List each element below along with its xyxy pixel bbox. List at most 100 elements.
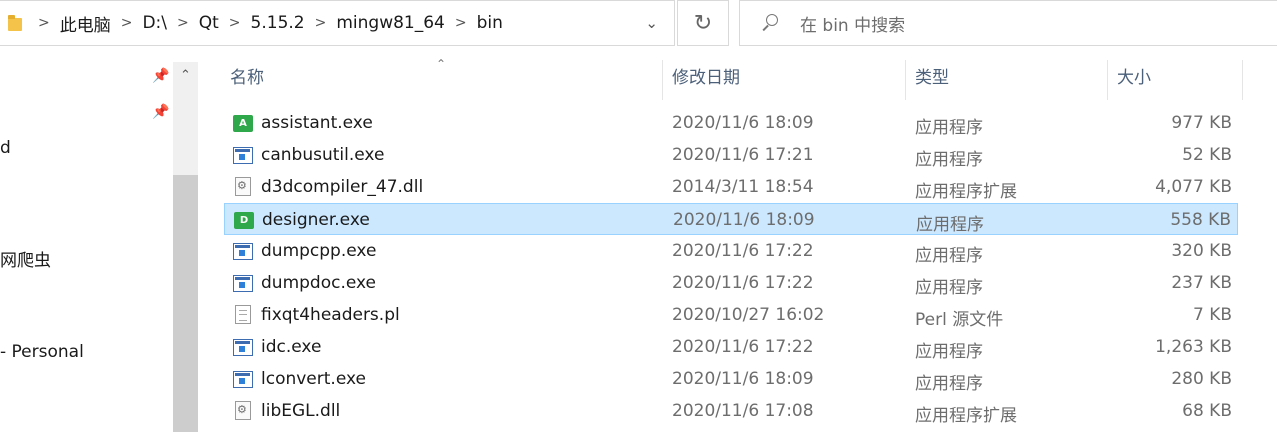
file-type: 应用程序	[915, 374, 983, 394]
file-date: 2020/11/6 18:09	[673, 210, 815, 230]
column-divider[interactable]	[905, 60, 906, 100]
file-type: 应用程序	[915, 150, 983, 170]
file-row[interactable]: dumpdoc.exe 2020/11/6 17:22 应用程序 237 KB	[224, 267, 1238, 299]
search-box[interactable]: 在 bin 中搜索	[739, 0, 1277, 46]
chevron-right-icon[interactable]: >	[121, 15, 133, 31]
file-date: 2020/11/6 18:09	[672, 369, 814, 389]
chevron-down-icon[interactable]: ⌄	[645, 14, 658, 32]
breadcrumb-this-pc[interactable]: 此电脑	[60, 11, 111, 36]
navigation-pane: 📌 📌 d 网爬虫 - Personal	[0, 56, 200, 432]
file-size: 237 KB	[1171, 273, 1232, 293]
app-letter: A	[239, 118, 247, 129]
file-name: designer.exe	[262, 210, 370, 230]
file-row[interactable]: d3dcompiler_47.dll 2014/3/11 18:54 应用程序扩展 4…	[224, 171, 1238, 203]
file-size: 68 KB	[1182, 401, 1232, 421]
search-placeholder[interactable]: 在 bin 中搜索	[800, 11, 905, 36]
column-header-date[interactable]: 修改日期	[672, 56, 740, 100]
folder-icon	[8, 15, 22, 31]
dll-icon	[235, 401, 251, 420]
refresh-button[interactable]: ↻	[677, 0, 729, 46]
file-size: 52 KB	[1182, 145, 1232, 165]
exe-icon	[233, 147, 253, 164]
file-row[interactable]: libEGL.dll 2020/11/6 17:08 应用程序扩展 68 KB	[224, 395, 1238, 427]
file-name: lconvert.exe	[261, 369, 366, 389]
file-type: 应用程序	[916, 215, 984, 235]
file-size: 280 KB	[1171, 369, 1232, 389]
search-icon	[760, 13, 780, 33]
document-icon	[235, 305, 251, 324]
column-divider[interactable]	[1107, 60, 1108, 100]
column-header-name[interactable]: 名称	[230, 56, 264, 100]
file-name: dumpdoc.exe	[261, 273, 377, 293]
file-row[interactable]: dumpcpp.exe 2020/11/6 17:22 应用程序 320 KB	[224, 235, 1238, 267]
app-green-icon: A	[233, 115, 253, 132]
column-divider[interactable]	[1242, 60, 1243, 100]
file-list: Aassistant.exe 2020/11/6 18:09 应用程序 977 KB c…	[224, 107, 1238, 427]
file-date: 2020/11/6 18:09	[672, 113, 814, 133]
file-date: 2020/11/6 17:22	[672, 241, 814, 261]
file-size: 7 KB	[1192, 305, 1232, 325]
nav-item-spider[interactable]: 网爬虫	[0, 246, 51, 271]
nav-item-personal[interactable]: - Personal	[0, 342, 84, 362]
exe-icon	[233, 275, 253, 292]
file-date: 2020/11/6 17:22	[672, 273, 814, 293]
breadcrumb-drive-d[interactable]: D:\	[142, 13, 167, 33]
file-size: 4,077 KB	[1155, 177, 1232, 197]
file-date: 2020/10/27 16:02	[672, 305, 825, 325]
refresh-icon: ↻	[693, 10, 713, 36]
file-row[interactable]: Ddesigner.exe 2020/11/6 18:09 应用程序 558 KB	[224, 203, 1238, 235]
file-type: Perl 源文件	[915, 310, 1004, 330]
breadcrumb: > 此电脑 > D:\ > Qt > 5.15.2 > mingw81_64 >…	[28, 11, 503, 36]
column-header-type[interactable]: 类型	[915, 56, 949, 100]
file-type: 应用程序	[915, 246, 983, 266]
file-type: 应用程序	[915, 118, 983, 138]
column-headers: 名称 修改日期 类型 大小	[202, 56, 1277, 100]
breadcrumb-qt[interactable]: Qt	[199, 13, 219, 33]
file-name: dumpcpp.exe	[261, 241, 377, 261]
exe-icon	[233, 339, 253, 356]
chevron-right-icon[interactable]: >	[38, 15, 50, 31]
scroll-up-button[interactable]: ⌃	[173, 62, 198, 88]
breadcrumb-bin[interactable]: bin	[477, 13, 503, 33]
pin-icon[interactable]: 📌	[152, 68, 169, 84]
file-date: 2020/11/6 17:21	[672, 145, 814, 165]
file-type: 应用程序扩展	[915, 406, 1017, 426]
chevron-up-icon: ⌃	[180, 67, 191, 83]
nav-item-d[interactable]: d	[0, 138, 11, 158]
app-green-icon: D	[234, 212, 254, 229]
file-name: d3dcompiler_47.dll	[261, 177, 424, 197]
file-type: 应用程序	[915, 342, 983, 362]
app-letter: D	[239, 215, 249, 226]
file-name: idc.exe	[261, 337, 322, 357]
file-date: 2014/3/11 18:54	[672, 177, 814, 197]
file-size: 320 KB	[1171, 241, 1232, 261]
column-divider[interactable]	[662, 60, 663, 100]
breadcrumb-version[interactable]: 5.15.2	[251, 13, 305, 33]
scrollbar-thumb[interactable]	[173, 175, 198, 432]
chevron-right-icon[interactable]: >	[315, 15, 327, 31]
chevron-right-icon[interactable]: >	[229, 15, 241, 31]
exe-icon	[233, 371, 253, 388]
file-row[interactable]: canbusutil.exe 2020/11/6 17:21 应用程序 52 KB	[224, 139, 1238, 171]
file-row[interactable]: lconvert.exe 2020/11/6 18:09 应用程序 280 KB	[224, 363, 1238, 395]
chevron-right-icon[interactable]: >	[455, 15, 467, 31]
file-row[interactable]: idc.exe 2020/11/6 17:22 应用程序 1,263 KB	[224, 331, 1238, 363]
breadcrumb-mingw[interactable]: mingw81_64	[336, 13, 445, 33]
file-date: 2020/11/6 17:22	[672, 337, 814, 357]
file-name: assistant.exe	[261, 113, 373, 133]
file-name: fixqt4headers.pl	[261, 305, 400, 325]
file-type: 应用程序扩展	[915, 182, 1017, 202]
file-row[interactable]: Aassistant.exe 2020/11/6 18:09 应用程序 977 KB	[224, 107, 1238, 139]
file-row[interactable]: fixqt4headers.pl 2020/10/27 16:02 Perl 源文件…	[224, 299, 1238, 331]
pin-icon[interactable]: 📌	[152, 104, 169, 120]
file-size: 558 KB	[1170, 210, 1231, 230]
dll-icon	[235, 177, 251, 196]
exe-icon	[233, 243, 253, 260]
chevron-right-icon[interactable]: >	[177, 15, 189, 31]
address-bar[interactable]: > 此电脑 > D:\ > Qt > 5.15.2 > mingw81_64 >…	[0, 0, 675, 46]
file-type: 应用程序	[915, 278, 983, 298]
column-header-size[interactable]: 大小	[1117, 56, 1151, 100]
file-date: 2020/11/6 17:08	[672, 401, 814, 421]
file-size: 977 KB	[1171, 113, 1232, 133]
file-size: 1,263 KB	[1155, 337, 1232, 357]
